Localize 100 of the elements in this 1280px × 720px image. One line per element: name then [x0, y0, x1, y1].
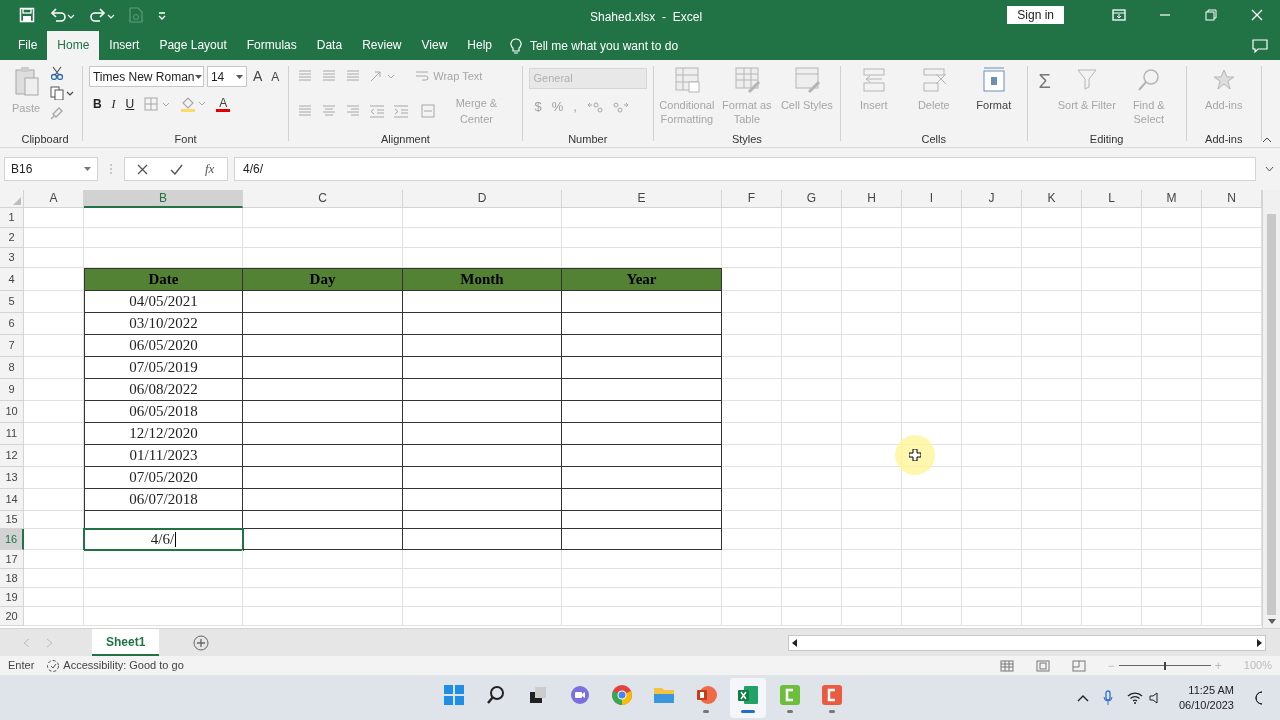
grid-cell [1142, 268, 1202, 291]
format-painter-icon[interactable] [50, 106, 64, 120]
row-header[interactable]: 16 [0, 529, 24, 550]
grid-cell [782, 489, 842, 511]
orientation-icon[interactable] [369, 69, 396, 84]
row-header[interactable]: 5 [0, 291, 24, 313]
ribbon-tab[interactable]: Data [306, 31, 353, 60]
horizontal-scrollbar[interactable] [788, 634, 1266, 651]
wifi-icon[interactable] [1126, 691, 1143, 704]
grow-font-button[interactable]: A [249, 66, 266, 87]
fill-color-icon[interactable] [180, 96, 207, 112]
row-header[interactable]: 8 [0, 357, 24, 379]
ribbon-tab[interactable]: File [8, 31, 48, 60]
ribbon-tab[interactable]: Home [47, 31, 100, 60]
sheet-tab[interactable]: Sheet1 [92, 629, 160, 656]
bold-button[interactable]: B [92, 95, 102, 113]
insert-function-button[interactable]: fx [205, 159, 215, 179]
column-header[interactable]: I [902, 190, 962, 208]
row-header[interactable]: 19 [0, 588, 24, 607]
redo-icon[interactable] [89, 7, 115, 23]
grid-cell [24, 248, 84, 268]
shrink-font-button[interactable]: A [268, 67, 283, 86]
cut-icon[interactable] [50, 66, 64, 80]
ribbon-display-icon[interactable] [1112, 9, 1126, 21]
expand-icon[interactable] [1264, 166, 1274, 172]
page-break-view-icon[interactable] [1071, 659, 1086, 672]
comment-icon[interactable] [1252, 38, 1268, 53]
copy-icon[interactable] [50, 86, 74, 100]
volume-icon[interactable] [1148, 691, 1161, 704]
add-sheet-icon[interactable] [193, 634, 210, 651]
column-header[interactable]: L [1082, 190, 1142, 208]
row-header[interactable]: 11 [0, 423, 24, 445]
column-header[interactable]: G [782, 190, 842, 208]
microphone-icon[interactable] [1102, 689, 1113, 706]
row-header[interactable]: 15 [0, 511, 24, 529]
grid-cell [962, 248, 1022, 268]
row-header[interactable]: 2 [0, 228, 24, 248]
save-icon[interactable] [19, 7, 35, 23]
row-header[interactable]: 6 [0, 313, 24, 335]
grid-cell [24, 467, 84, 489]
name-box[interactable]: B16 [4, 157, 98, 181]
row-header[interactable]: 17 [0, 550, 24, 569]
font-color-button[interactable]: A [216, 96, 231, 112]
ribbon-tab[interactable]: Help [457, 31, 502, 60]
row-header[interactable]: 14 [0, 489, 24, 511]
enter-icon[interactable] [170, 163, 183, 175]
row-header[interactable]: 12 [0, 445, 24, 467]
row-header[interactable]: 18 [0, 569, 24, 588]
zoom-slider[interactable] [1118, 661, 1211, 670]
accessibility-status[interactable]: Accessibility: Good to go [63, 657, 184, 674]
column-header[interactable]: F [722, 190, 782, 208]
close-icon[interactable] [1251, 9, 1263, 21]
ribbon-tab[interactable]: View [411, 31, 458, 60]
row-header[interactable]: 3 [0, 248, 24, 268]
accessibility-icon[interactable] [46, 658, 61, 673]
column-header[interactable]: H [842, 190, 902, 208]
column-header[interactable]: D [403, 190, 562, 208]
column-header[interactable]: K [1022, 190, 1082, 208]
grid-cell [782, 588, 842, 607]
sign-in-button[interactable]: Sign in [1007, 6, 1064, 24]
italic-button[interactable]: I [111, 95, 116, 113]
underline-button[interactable]: U [125, 95, 135, 113]
formula-field[interactable]: 4/6/ [234, 157, 1256, 181]
grid-cell [962, 291, 1022, 313]
column-header[interactable]: M [1142, 190, 1202, 208]
ribbon-tab[interactable]: Review [352, 31, 412, 60]
zoom-thumb[interactable] [1163, 661, 1166, 670]
ribbon-tab[interactable]: Insert [99, 31, 150, 60]
collapse-ribbon-icon[interactable] [1261, 137, 1272, 143]
row-header[interactable]: 4 [0, 268, 24, 291]
row-header[interactable]: 7 [0, 335, 24, 357]
clock-date[interactable]: 06/10/2023 [1178, 697, 1234, 713]
restore-icon[interactable] [1205, 9, 1217, 21]
customize-icon[interactable] [157, 10, 167, 20]
tell-me-field[interactable]: Tell me what you want to do [530, 36, 679, 55]
page-layout-view-icon[interactable] [1035, 659, 1050, 672]
column-header[interactable]: C [243, 190, 403, 208]
undo-icon[interactable] [49, 7, 75, 23]
vertical-scrollbar[interactable] [1262, 190, 1280, 628]
autosum-button[interactable]: Σ [1034, 66, 1055, 96]
row-header[interactable]: 1 [0, 208, 24, 228]
cancel-icon[interactable] [137, 163, 148, 175]
font-name-field[interactable]: Times New Roman [88, 66, 204, 87]
column-header[interactable]: J [962, 190, 1022, 208]
column-header[interactable]: B [84, 190, 243, 208]
row-header[interactable]: 10 [0, 401, 24, 423]
row-header[interactable]: 20 [0, 607, 24, 626]
ribbon-tab[interactable]: Formulas [236, 31, 307, 60]
font-size-field[interactable]: 14 [206, 66, 247, 87]
normal-view-icon[interactable] [999, 659, 1014, 672]
lightbulb-icon[interactable] [510, 37, 522, 54]
column-header[interactable]: E [562, 190, 722, 208]
row-header[interactable]: 9 [0, 379, 24, 401]
ribbon-tab[interactable]: Page Layout [149, 31, 237, 60]
row-header[interactable]: 13 [0, 467, 24, 489]
clock-time[interactable]: 11:25 AM [1188, 682, 1234, 698]
scroll-down-icon[interactable] [1267, 619, 1276, 624]
show-hidden-icon[interactable] [1076, 693, 1089, 702]
active-cell[interactable]: 4/6/ [84, 529, 243, 550]
ribbon-button[interactable]: Format [964, 66, 1023, 131]
